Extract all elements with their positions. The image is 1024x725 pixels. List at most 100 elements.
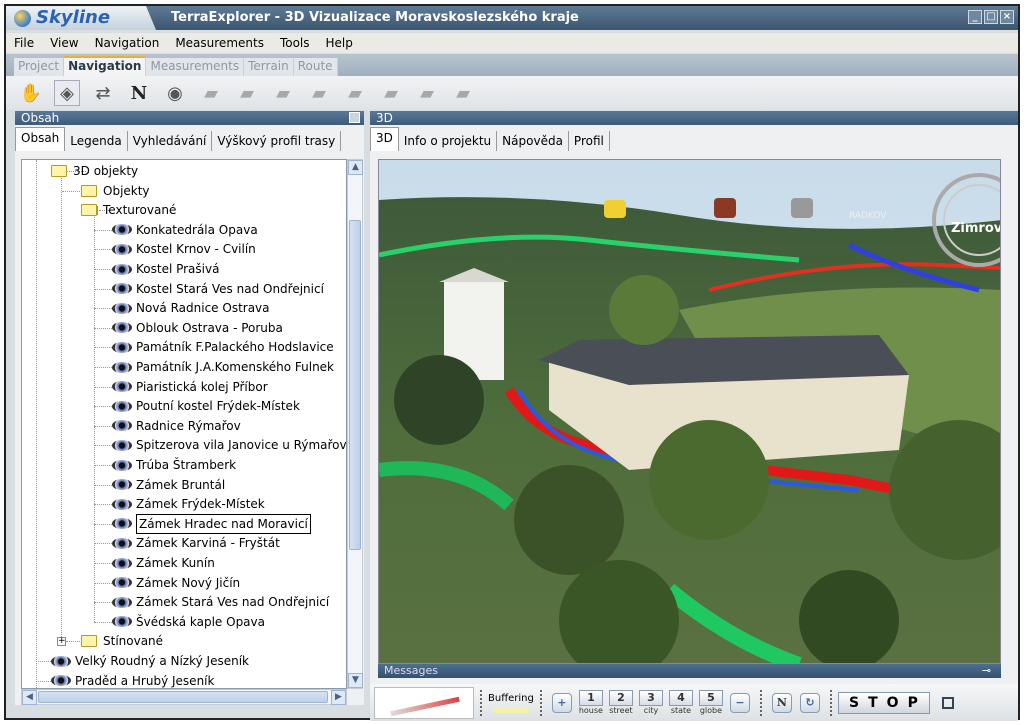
eye-icon[interactable]	[51, 655, 71, 667]
car-6-icon[interactable]: ▰	[378, 80, 404, 106]
tree-item[interactable]: Zámek Karviná - Fryštát	[112, 534, 280, 552]
ribbon-tab-measurements[interactable]: Measurements	[146, 58, 245, 76]
zoom-level-number[interactable]: 5	[698, 690, 723, 706]
tab-3[interactable]: Profil	[569, 131, 610, 151]
eye-icon[interactable]	[112, 616, 132, 628]
folder-icon[interactable]	[81, 635, 97, 648]
zoom-level-number[interactable]: 1	[578, 690, 603, 706]
north-icon[interactable]: N	[126, 80, 152, 106]
eye-icon[interactable]	[112, 224, 132, 236]
zoom-in-button[interactable]: +	[551, 692, 572, 713]
tree-folder-stinovane[interactable]: Stínované	[81, 632, 163, 650]
ribbon-tab-project[interactable]: Project	[14, 58, 65, 76]
tree-folder-texturovane[interactable]: Texturované	[81, 201, 176, 219]
hand-icon[interactable]: ✋	[18, 80, 44, 106]
overview-map[interactable]	[374, 686, 474, 719]
scroll-left-button[interactable]: ◀	[22, 690, 37, 705]
expand-icon[interactable]: +	[57, 637, 66, 647]
tree-item[interactable]: Spitzerova vila Janovice u Rýmařova	[112, 436, 346, 454]
target-icon[interactable]: ◉	[162, 80, 188, 106]
tree-item[interactable]: Konkatedrála Opava	[112, 221, 258, 239]
eye-icon[interactable]	[112, 557, 132, 569]
tree-item[interactable]: Památník J.A.Komenského Fulnek	[112, 358, 334, 376]
eye-icon[interactable]	[112, 498, 132, 510]
tab-3[interactable]: Výškový profil trasy	[212, 131, 342, 151]
tab-2[interactable]: Nápověda	[497, 131, 569, 151]
folder-icon[interactable]	[51, 165, 67, 177]
eye-icon[interactable]	[51, 675, 71, 687]
car-4-icon[interactable]: ▰	[306, 80, 332, 106]
car-5-icon[interactable]: ▰	[342, 80, 368, 106]
pin-icon[interactable]: ⊸	[982, 664, 991, 678]
tree-item[interactable]: Kostel Prašivá	[112, 260, 219, 278]
tree-item[interactable]: Zámek Kunín	[112, 554, 215, 572]
pin-icon[interactable]	[349, 112, 360, 123]
scroll-right-button[interactable]: ▶	[331, 690, 346, 705]
tree-item[interactable]: Zámek Bruntál	[112, 476, 225, 494]
north-button[interactable]: N	[771, 692, 792, 713]
tree-item[interactable]: Velký Roudný a Nízký Jeseník	[51, 652, 249, 670]
tab-1[interactable]: Legenda	[65, 131, 128, 151]
rotate-icon[interactable]: ↻	[799, 692, 820, 713]
zoom-out-button[interactable]: −	[729, 692, 750, 713]
tree-item[interactable]: Piaristická kolej Příbor	[112, 378, 268, 396]
tab-2[interactable]: Vyhledávání	[128, 131, 213, 151]
ribbon-tab-navigation[interactable]: Navigation	[64, 56, 147, 76]
folder-icon[interactable]	[81, 204, 97, 217]
hscroll-thumb[interactable]	[38, 691, 328, 703]
tree-item[interactable]: Poutní kostel Frýdek-Místek	[112, 397, 300, 415]
zoom-level-globe-button[interactable]: 5 globe	[698, 690, 723, 715]
zoom-level-street-button[interactable]: 2 street	[608, 690, 633, 715]
eye-icon[interactable]	[112, 400, 132, 412]
tree-item[interactable]: Zámek Nový Jičín	[112, 574, 240, 592]
ribbon-tab-terrain[interactable]: Terrain	[244, 58, 294, 76]
eye-icon[interactable]	[112, 302, 132, 314]
zoom-level-state-button[interactable]: 4 state	[668, 690, 693, 715]
vertical-scrollbar[interactable]: ▲ ▼	[347, 159, 363, 689]
folder-icon[interactable]	[81, 184, 97, 197]
tree-item[interactable]: Památník F.Palackého Hodslavice	[112, 338, 334, 356]
menu-tools[interactable]: Tools	[280, 33, 310, 53]
zoom-level-house-button[interactable]: 1 house	[579, 690, 603, 715]
scroll-up-button[interactable]: ▲	[348, 160, 363, 175]
eye-icon[interactable]	[112, 283, 132, 295]
tab-0[interactable]: Obsah	[15, 127, 66, 151]
eye-icon[interactable]	[112, 479, 132, 491]
tree-item[interactable]: Oblouk Ostrava - Poruba	[112, 319, 283, 337]
zoom-level-number[interactable]: 2	[608, 690, 633, 706]
tree-item[interactable]: Zámek Frýdek-Místek	[112, 495, 265, 513]
fly-icon[interactable]: ⇄	[90, 80, 116, 106]
eye-icon[interactable]	[112, 243, 132, 255]
tree-item[interactable]: Nová Radnice Ostrava	[112, 299, 270, 317]
tree-item[interactable]: Zámek Hradec nad Moravicí	[112, 513, 311, 534]
eye-icon[interactable]	[112, 518, 132, 530]
eye-icon[interactable]	[112, 439, 132, 451]
eye-icon[interactable]	[112, 263, 132, 275]
menu-file[interactable]: File	[14, 33, 34, 53]
orbit-icon[interactable]: ◈	[54, 80, 80, 106]
minimize-button[interactable]: _	[968, 10, 982, 24]
horizontal-scrollbar[interactable]: ◀ ▶	[21, 689, 347, 705]
eye-icon[interactable]	[112, 537, 132, 549]
eye-icon[interactable]	[112, 459, 132, 471]
tree-folder-3d-objekty[interactable]: 3D objekty	[51, 162, 138, 180]
eye-icon[interactable]	[112, 420, 132, 432]
zoom-level-number[interactable]: 3	[638, 690, 663, 706]
menu-navigation[interactable]: Navigation	[95, 33, 160, 53]
eye-icon[interactable]	[112, 341, 132, 353]
stop-button[interactable]: STOP	[837, 691, 930, 714]
close-button[interactable]: ×	[1000, 10, 1014, 24]
tree-item[interactable]: Zámek Stará Ves nad Ondřejnicí	[112, 593, 329, 611]
tree-item[interactable]: Švédská kaple Opava	[112, 613, 265, 631]
car-3-icon[interactable]: ▰	[270, 80, 296, 106]
car-2-icon[interactable]: ▰	[234, 80, 260, 106]
eye-icon[interactable]	[112, 596, 132, 608]
tree-item[interactable]: Radnice Rýmařov	[112, 417, 241, 435]
tree-item[interactable]: Trúba Štramberk	[112, 456, 236, 474]
tree-item[interactable]: Kostel Stará Ves nad Ondřejnicí	[112, 280, 324, 298]
tab-1[interactable]: Info o projektu	[399, 131, 498, 151]
menu-help[interactable]: Help	[326, 33, 353, 53]
3d-viewport[interactable]: RADKOV Zimrovice	[378, 159, 1001, 664]
zoom-level-city-button[interactable]: 3 city	[638, 690, 663, 715]
eye-icon[interactable]	[112, 381, 132, 393]
